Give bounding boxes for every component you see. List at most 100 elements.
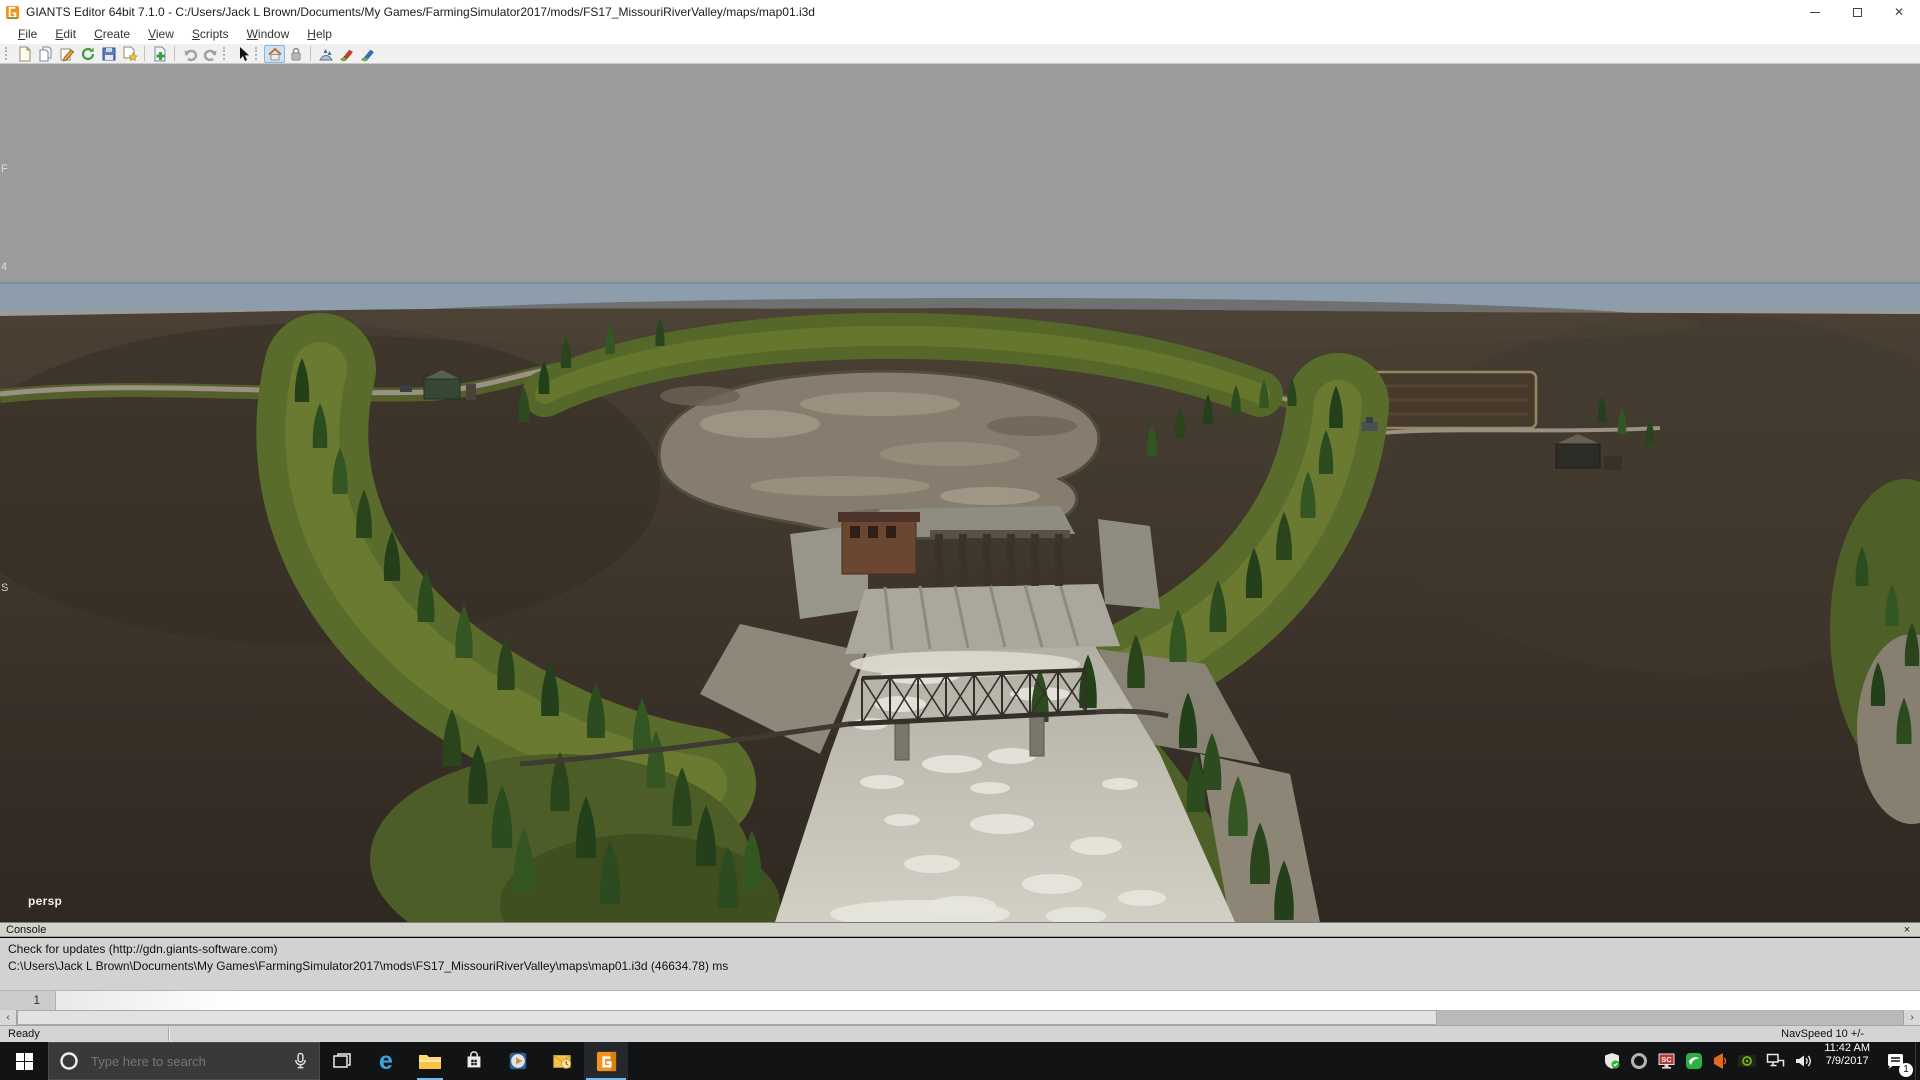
giants-editor-icon bbox=[595, 1050, 618, 1073]
open-file-button[interactable] bbox=[35, 45, 56, 63]
terrain-raise-button[interactable] bbox=[315, 45, 336, 63]
show-desktop-button[interactable] bbox=[1915, 1042, 1920, 1080]
redo-button[interactable] bbox=[200, 45, 221, 63]
script-editor-row: 1 bbox=[0, 990, 1920, 1010]
scroll-left-button[interactable]: ‹ bbox=[0, 1010, 17, 1025]
taskbar-clock[interactable]: 11:42 AM 7/9/2017 bbox=[1817, 1042, 1877, 1080]
select-tool-button[interactable] bbox=[232, 45, 253, 63]
sky bbox=[0, 64, 1920, 310]
undo-icon bbox=[182, 46, 198, 62]
save-button[interactable] bbox=[98, 45, 119, 63]
taskbar-search-input[interactable] bbox=[89, 1053, 269, 1070]
edit-file-icon bbox=[59, 46, 75, 62]
window-title: GIANTS Editor 64bit 7.1.0 - C:/Users/Jac… bbox=[26, 5, 815, 19]
edit-file-button[interactable] bbox=[56, 45, 77, 63]
horizontal-scrollbar[interactable]: ‹ › bbox=[0, 1010, 1920, 1025]
console-line: Check for updates (http://gdn.giants-sof… bbox=[8, 941, 1912, 958]
audio-app-tray-icon[interactable] bbox=[1712, 1052, 1728, 1070]
task-view-icon bbox=[332, 1051, 352, 1071]
cortana-ring-icon bbox=[59, 1051, 79, 1071]
toolbar-grip[interactable] bbox=[223, 47, 228, 60]
cursor-arrow-icon bbox=[235, 46, 251, 62]
toolbar-grip[interactable] bbox=[5, 47, 10, 60]
lock-icon bbox=[288, 46, 304, 62]
main-toolbar bbox=[0, 44, 1920, 64]
terrain-edit-mode-button[interactable] bbox=[264, 45, 285, 63]
nvidia-tray-icon[interactable] bbox=[1737, 1052, 1757, 1070]
toolbar-separator bbox=[310, 46, 311, 61]
redo-icon bbox=[203, 46, 219, 62]
giants-logo-icon bbox=[5, 5, 20, 20]
paint-red-icon bbox=[339, 46, 355, 62]
console-line: C:\Users\Jack L Brown\Documents\My Games… bbox=[8, 958, 1912, 975]
export-button[interactable] bbox=[119, 45, 140, 63]
line-number-gutter: 1 bbox=[0, 991, 56, 1010]
minimize-button[interactable] bbox=[1794, 0, 1836, 24]
refresh-button[interactable] bbox=[77, 45, 98, 63]
close-button[interactable]: ✕ bbox=[1878, 0, 1920, 24]
toolbar-separator bbox=[174, 46, 175, 61]
windows-logo-icon bbox=[16, 1053, 33, 1070]
taskbar-edge[interactable]: e bbox=[364, 1042, 408, 1080]
open-file-icon bbox=[38, 46, 54, 62]
console-output[interactable]: Check for updates (http://gdn.giants-sof… bbox=[0, 938, 1920, 990]
onedrive-tray-icon[interactable] bbox=[1630, 1052, 1648, 1070]
nav-speed-text: NavSpeed 10 +/- bbox=[1781, 1028, 1864, 1040]
lock-button[interactable] bbox=[285, 45, 306, 63]
foliage-paint-red-button[interactable] bbox=[336, 45, 357, 63]
script-input-line[interactable] bbox=[56, 991, 1920, 1010]
maximize-button[interactable] bbox=[1836, 0, 1878, 24]
menu-edit[interactable]: Edit bbox=[46, 25, 85, 43]
menu-scripts[interactable]: Scripts bbox=[183, 25, 238, 43]
scrollbar-thumb[interactable] bbox=[17, 1010, 1437, 1025]
title-bar: GIANTS Editor 64bit 7.1.0 - C:/Users/Jac… bbox=[0, 0, 1920, 24]
taskbar-search-box[interactable] bbox=[48, 1042, 320, 1080]
terrain-raise-icon bbox=[318, 46, 334, 62]
taskbar-file-explorer[interactable] bbox=[408, 1042, 452, 1080]
add-plus-icon bbox=[152, 46, 168, 62]
toolbar-grip[interactable] bbox=[255, 47, 260, 60]
clock-time: 11:42 AM bbox=[1824, 1042, 1870, 1055]
file-explorer-icon bbox=[418, 1051, 442, 1071]
new-file-button[interactable] bbox=[14, 45, 35, 63]
terrain-house-icon bbox=[267, 46, 283, 62]
console-close-icon[interactable]: × bbox=[1900, 924, 1914, 936]
windows-taskbar: e bbox=[0, 1042, 1920, 1080]
start-button[interactable] bbox=[0, 1042, 48, 1080]
paint-blue-icon bbox=[360, 46, 376, 62]
status-divider bbox=[168, 1027, 170, 1041]
viewport-3d-scene[interactable] bbox=[0, 64, 1920, 922]
taskbar-outlook[interactable] bbox=[540, 1042, 584, 1080]
clock-date: 7/9/2017 bbox=[1824, 1055, 1870, 1068]
refresh-icon bbox=[80, 46, 96, 62]
foliage-paint-blue-button[interactable] bbox=[357, 45, 378, 63]
action-center-button[interactable]: 1 bbox=[1877, 1042, 1915, 1080]
edge-icon: e bbox=[379, 1049, 393, 1074]
viewport-edge-mark: S bbox=[1, 582, 8, 594]
microphone-icon[interactable] bbox=[292, 1052, 309, 1070]
menu-file[interactable]: File bbox=[9, 25, 46, 43]
toolbar-separator bbox=[144, 46, 145, 61]
task-view-button[interactable] bbox=[320, 1042, 364, 1080]
green-app-tray-icon[interactable] bbox=[1685, 1052, 1703, 1070]
menu-window[interactable]: Window bbox=[238, 25, 299, 43]
media-player-icon bbox=[507, 1050, 529, 1072]
menu-create[interactable]: Create bbox=[85, 25, 139, 43]
viewport-edge-mark: 4 bbox=[1, 261, 7, 273]
console-header: Console × bbox=[0, 922, 1920, 937]
save-icon bbox=[101, 46, 117, 62]
volume-tray-icon[interactable] bbox=[1794, 1052, 1813, 1070]
menu-view[interactable]: View bbox=[139, 25, 183, 43]
camera-label: persp bbox=[28, 894, 62, 908]
menu-help[interactable]: Help bbox=[298, 25, 341, 43]
defender-tray-icon[interactable] bbox=[1603, 1052, 1621, 1070]
add-object-button[interactable] bbox=[149, 45, 170, 63]
taskbar-giants-editor[interactable] bbox=[584, 1042, 628, 1080]
network-tray-icon[interactable] bbox=[1766, 1052, 1785, 1070]
viewport-panel: persp F 4 S bbox=[0, 64, 1920, 922]
taskbar-media-player[interactable] bbox=[496, 1042, 540, 1080]
undo-button[interactable] bbox=[179, 45, 200, 63]
taskbar-store[interactable] bbox=[452, 1042, 496, 1080]
scroll-right-button[interactable]: › bbox=[1903, 1010, 1920, 1025]
sc-monitor-tray-icon[interactable]: SC bbox=[1657, 1052, 1676, 1070]
